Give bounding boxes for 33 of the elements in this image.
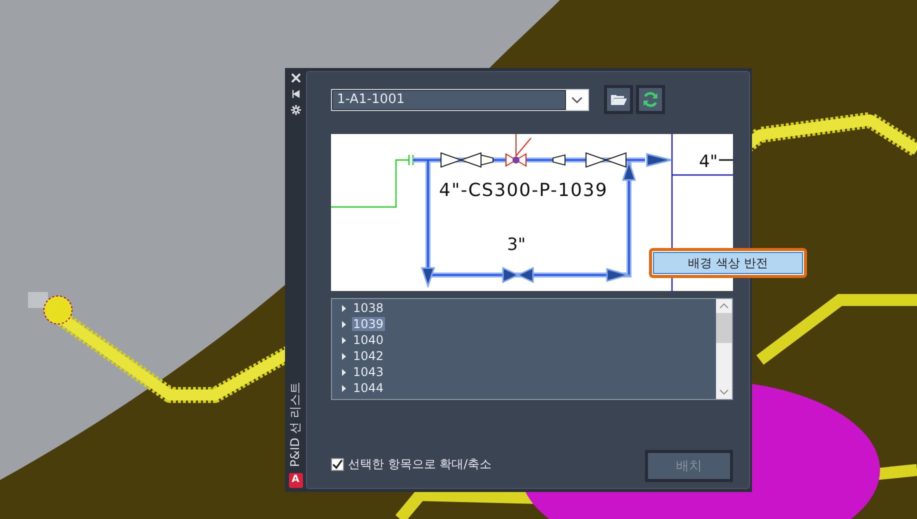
list-item[interactable]: 1044 — [352, 381, 385, 395]
pipe-size-label: 3" — [507, 235, 526, 255]
app-logo: A — [288, 473, 302, 488]
checkbox[interactable] — [331, 458, 344, 470]
folder-icon — [610, 94, 626, 106]
refresh-icon — [642, 91, 659, 108]
pipe-size-label: 4" — [699, 152, 718, 172]
expand-arrow-icon[interactable] — [342, 336, 346, 344]
list-item[interactable]: 1039 — [352, 317, 385, 331]
settings-icon[interactable] — [290, 105, 300, 115]
pin-icon[interactable] — [290, 89, 300, 99]
flow-arrow-icon — [646, 153, 672, 167]
drawing-dropdown[interactable]: 1-A1-1001 — [331, 88, 589, 110]
palette-title: P&ID 선 리스트 — [287, 382, 303, 467]
expand-arrow-icon[interactable] — [342, 352, 346, 360]
scroll-thumb[interactable] — [716, 313, 732, 343]
menu-item[interactable]: 배경 색상 반전 — [653, 252, 803, 274]
close-icon[interactable] — [290, 73, 300, 83]
expand-arrow-icon[interactable] — [342, 320, 346, 328]
expand-arrow-icon[interactable] — [342, 304, 346, 312]
list-item[interactable]: 1038 — [352, 301, 385, 315]
expand-arrow-icon[interactable] — [342, 368, 346, 376]
open-folder-button[interactable] — [604, 85, 633, 114]
refresh-button[interactable] — [636, 85, 665, 114]
list-item[interactable]: 1043 — [352, 365, 385, 379]
expand-arrow-icon[interactable] — [342, 384, 346, 392]
checkbox-label: 선택한 항목으로 확대/축소 — [348, 456, 492, 472]
scrollbar[interactable] — [716, 299, 732, 399]
dash-line — [719, 159, 733, 161]
line-number-label: 4"-CS300-P-1039 — [439, 180, 608, 201]
caret-icon — [571, 96, 583, 104]
list-item[interactable]: 1040 — [352, 333, 385, 347]
list-item[interactable]: 1042 — [352, 349, 385, 363]
